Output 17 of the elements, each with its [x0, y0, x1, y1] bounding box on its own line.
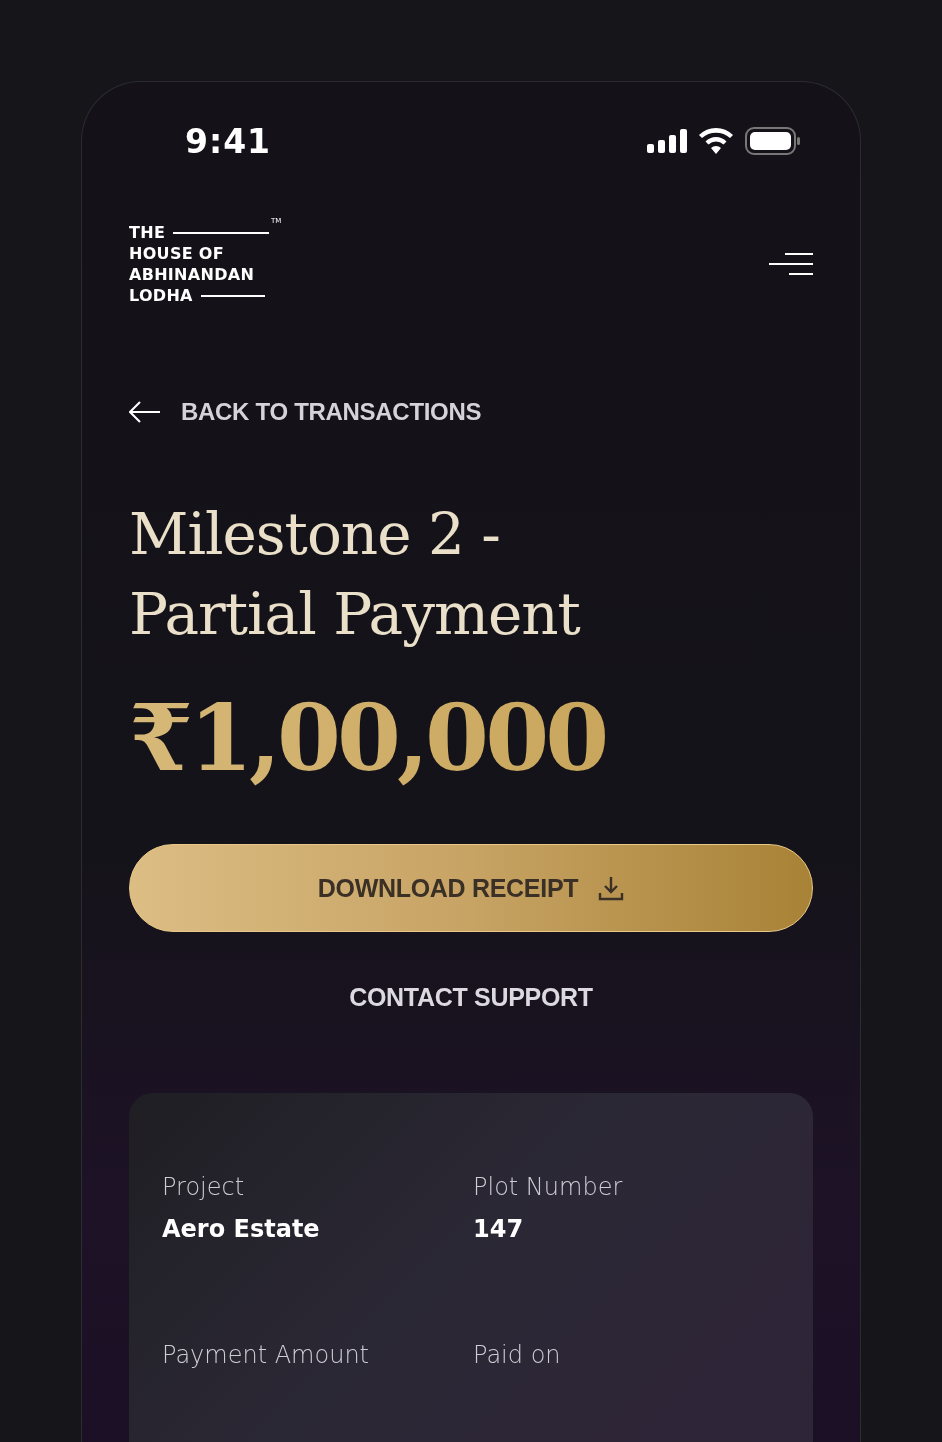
field-label: Paid on — [473, 1341, 562, 1369]
download-receipt-button[interactable]: DOWNLOAD RECEIPT — [129, 844, 813, 932]
back-link[interactable]: BACK TO TRANSACTIONS — [129, 398, 813, 426]
contact-support-button[interactable]: CONTACT SUPPORT — [343, 982, 599, 1013]
field-label: Payment Amount — [162, 1341, 370, 1369]
field-label: Plot Number — [473, 1173, 624, 1201]
page-title: Milestone 2 - Partial Payment — [129, 499, 582, 650]
field-value: Aero Estate — [162, 1215, 321, 1243]
field-value: 147 — [473, 1215, 525, 1243]
field-label: Project — [162, 1173, 246, 1201]
status-time: 9:41 — [185, 121, 272, 161]
wifi-icon — [699, 128, 733, 154]
signal-icon — [647, 129, 687, 153]
menu-icon[interactable] — [769, 253, 813, 275]
arrow-left-icon — [129, 401, 161, 423]
download-icon — [598, 875, 625, 901]
battery-icon — [745, 127, 801, 155]
